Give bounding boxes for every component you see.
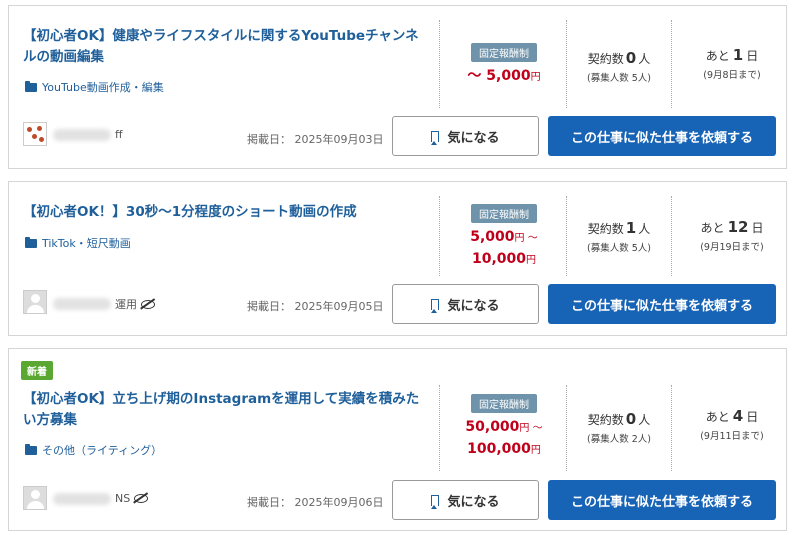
deadline-date: (9月8日まで) bbox=[703, 70, 761, 81]
avatar[interactable] bbox=[23, 290, 47, 314]
divider bbox=[671, 20, 672, 108]
category-label: YouTube動画作成・編集 bbox=[42, 81, 164, 94]
avatar[interactable] bbox=[23, 122, 47, 146]
hidden-eye-icon bbox=[134, 494, 149, 503]
favorite-button[interactable]: 気になる bbox=[392, 284, 539, 324]
client-name[interactable]: NS bbox=[53, 492, 149, 505]
job-title[interactable]: 【初心者OK】健康やライフスタイルに関するYouTubeチャンネルの動画編集 bbox=[23, 26, 423, 68]
folder-icon bbox=[25, 80, 37, 92]
deadline-date: (9月19日まで) bbox=[700, 242, 764, 253]
request-similar-button[interactable]: この仕事に似た仕事を依頼する bbox=[548, 480, 776, 520]
deadline: あと 4 日 (9月11日まで) bbox=[683, 407, 781, 442]
posted-date: 掲載日： 2025年09月06日 bbox=[247, 496, 384, 509]
recruit-count: (募集人数 2人) bbox=[587, 434, 651, 445]
folder-icon bbox=[25, 236, 37, 248]
request-similar-button[interactable]: この仕事に似た仕事を依頼する bbox=[548, 284, 776, 324]
contract-count: 契約数 1 人 (募集人数 5人) bbox=[567, 219, 671, 254]
deadline: あと 1 日 (9月8日まで) bbox=[683, 46, 781, 81]
job-card: 【初心者OK！】30秒〜1分程度のショート動画の作成 TikTok・短尺動画 固… bbox=[8, 181, 787, 336]
job-card: 新着 【初心者OK】立ち上げ期のInstagramを運用して実績を積みたい方募集… bbox=[8, 348, 787, 531]
favorite-button[interactable]: 気になる bbox=[392, 480, 539, 520]
job-category[interactable]: その他（ライティング） bbox=[25, 442, 162, 458]
bookmark-icon bbox=[431, 494, 440, 506]
recruit-count: (募集人数 5人) bbox=[587, 73, 651, 84]
blurred-name bbox=[53, 492, 111, 505]
deadline-date: (9月11日まで) bbox=[700, 431, 764, 442]
job-card: 【初心者OK】健康やライフスタイルに関するYouTubeチャンネルの動画編集 Y… bbox=[8, 5, 787, 169]
job-category[interactable]: TikTok・短尺動画 bbox=[25, 235, 131, 251]
divider bbox=[671, 196, 672, 276]
blurred-name bbox=[53, 128, 111, 141]
new-badge: 新着 bbox=[21, 361, 53, 380]
job-category[interactable]: YouTube動画作成・編集 bbox=[25, 79, 164, 95]
price-value: ～ 5,000円 bbox=[467, 68, 541, 84]
price-value: 5,000円 ～ 10,000円 bbox=[470, 229, 538, 267]
price-block: 固定報酬制 ～ 5,000円 bbox=[439, 42, 569, 88]
hidden-eye-icon bbox=[141, 299, 155, 309]
client-name[interactable]: 運用 bbox=[53, 296, 155, 312]
job-title[interactable]: 【初心者OK！】30秒〜1分程度のショート動画の作成 bbox=[23, 202, 423, 223]
price-type-badge: 固定報酬制 bbox=[471, 204, 537, 223]
category-label: TikTok・短尺動画 bbox=[42, 237, 131, 250]
contract-count: 契約数 0 人 (募集人数 2人) bbox=[567, 410, 671, 445]
bookmark-icon bbox=[431, 298, 440, 310]
blurred-name bbox=[53, 298, 111, 310]
bookmark-icon bbox=[431, 130, 440, 142]
client-name[interactable]: ff bbox=[53, 128, 123, 141]
recruit-count: (募集人数 5人) bbox=[587, 243, 651, 254]
price-type-badge: 固定報酬制 bbox=[471, 394, 537, 413]
request-similar-button[interactable]: この仕事に似た仕事を依頼する bbox=[548, 116, 776, 156]
avatar[interactable] bbox=[23, 486, 47, 510]
posted-date: 掲載日： 2025年09月05日 bbox=[247, 300, 384, 313]
price-block: 固定報酬制 50,000円 ～ 100,000円 bbox=[439, 393, 569, 461]
price-value: 50,000円 ～ 100,000円 bbox=[465, 419, 543, 457]
divider bbox=[671, 385, 672, 471]
posted-date: 掲載日： 2025年09月03日 bbox=[247, 133, 384, 146]
price-block: 固定報酬制 5,000円 ～ 10,000円 bbox=[439, 203, 569, 271]
favorite-button[interactable]: 気になる bbox=[392, 116, 539, 156]
contract-count: 契約数 0 人 (募集人数 5人) bbox=[567, 49, 671, 84]
deadline: あと 12 日 (9月19日まで) bbox=[683, 218, 781, 253]
job-title[interactable]: 【初心者OK】立ち上げ期のInstagramを運用して実績を積みたい方募集 bbox=[23, 389, 423, 431]
category-label: その他（ライティング） bbox=[42, 444, 163, 457]
folder-icon bbox=[25, 443, 37, 455]
price-type-badge: 固定報酬制 bbox=[471, 43, 537, 62]
